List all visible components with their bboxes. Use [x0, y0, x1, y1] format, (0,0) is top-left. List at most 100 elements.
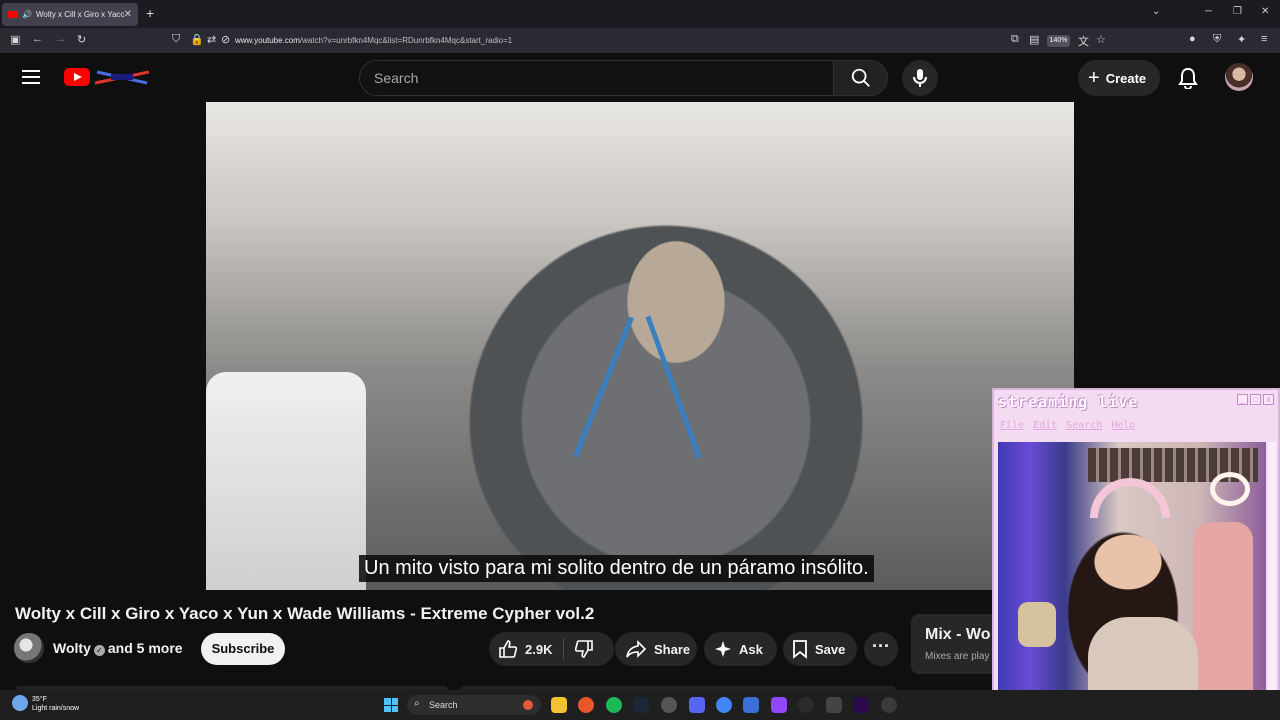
save-button[interactable]: Save [783, 632, 857, 666]
webcam-ring-light [1210, 472, 1250, 506]
chatgpt-icon[interactable] [661, 697, 677, 713]
overlay-scrollbar [1268, 442, 1276, 712]
like-divider [563, 638, 565, 660]
mix-title: Mix - Wo [925, 626, 991, 643]
search-highlight-icon [523, 700, 533, 710]
browser-tab-strip: 🔊 Wolty x Cill x Giro x Yaco x ✕ + ⌄ ─ ❐… [0, 0, 1280, 28]
channel-name[interactable]: Wolty ✓ and 5 more [53, 640, 183, 656]
bookmark-icon [793, 640, 807, 659]
extension-shield-icon[interactable]: ⛨ [1213, 33, 1221, 46]
weather-icon[interactable] [12, 695, 28, 711]
sidebar-icon[interactable]: ▣ [10, 33, 20, 46]
create-label: Create [1105, 70, 1147, 86]
taskbar-search-label: Search [429, 700, 458, 710]
back-icon[interactable]: ← [32, 33, 43, 45]
video-frame-hoodie-string [573, 316, 634, 458]
minimize-button[interactable]: ─ [1205, 6, 1212, 17]
permissions-icon[interactable]: ⇄ [207, 33, 216, 46]
app-settings-icon[interactable] [881, 697, 897, 713]
streaming-overlay-window: streaming live _ □ x File Edit Search He… [992, 388, 1280, 720]
guide-menu-icon[interactable] [22, 70, 40, 84]
browser-toolbar: ▣ ← → ↻ ⛉ 🔒 ⇄ ⊘ www.youtube.com/watch?v=… [0, 28, 1280, 53]
lock-icon[interactable]: 🔒 [190, 33, 204, 46]
channel-avatar[interactable] [14, 633, 44, 663]
app-window-icon[interactable] [743, 697, 759, 713]
ask-label: Ask [739, 641, 763, 657]
overlay-menu-file: File [1000, 420, 1025, 431]
like-count[interactable]: 2.9K [525, 642, 552, 657]
save-label: Save [815, 641, 846, 657]
shield-icon[interactable]: ⛉ [172, 33, 180, 46]
spotify-icon[interactable] [606, 697, 622, 713]
obs-icon[interactable] [798, 697, 814, 713]
app-shield-icon[interactable] [826, 697, 842, 713]
new-tab-button[interactable]: + [146, 5, 154, 21]
sparkle-icon [715, 641, 731, 657]
picture-in-picture-icon[interactable]: ⧉ [1011, 33, 1019, 46]
reload-icon[interactable]: ↻ [77, 33, 86, 46]
overlay-minimize-icon: _ [1237, 394, 1248, 405]
close-tab-icon[interactable]: ✕ [124, 9, 132, 20]
share-icon [626, 640, 647, 658]
webcam-food [1018, 602, 1056, 647]
webcam-feed [998, 442, 1266, 712]
overlay-menu-help: Help [1111, 420, 1136, 431]
mix-playlist-panel[interactable]: Mix - Wo Mixes are play [911, 614, 1001, 674]
weather-widget[interactable]: 35°F Light rain/snow [32, 695, 79, 713]
webcam-headphones [1090, 478, 1170, 518]
webcam-gaming-chair [1193, 522, 1253, 712]
account-avatar[interactable] [1225, 63, 1253, 91]
search-button[interactable] [833, 60, 888, 96]
taskbar: 35°F Light rain/snow ⌕ Search [0, 690, 1280, 720]
subscribe-button[interactable]: Subscribe [201, 633, 285, 665]
video-frame-car [206, 372, 366, 590]
file-explorer-icon[interactable] [551, 697, 567, 713]
extensions-icon[interactable]: ✦ [1237, 33, 1246, 46]
mix-subtitle: Mixes are play [925, 651, 990, 662]
voice-search-button[interactable] [902, 60, 938, 96]
create-button[interactable]: + Create [1078, 60, 1160, 96]
url-field[interactable]: www.youtube.com/watch?v=unrbfkn4Mqc&list… [235, 36, 512, 45]
premiere-icon[interactable] [853, 697, 869, 713]
tab-title: Wolty x Cill x Giro x Yaco x [35, 10, 124, 19]
url-path: /watch?v=unrbfkn4Mqc&list=RDunrbfkn4Mqc&… [299, 36, 513, 45]
firefox-icon[interactable] [578, 697, 594, 713]
bookmark-star-icon[interactable]: ☆ [1096, 33, 1106, 46]
close-window-button[interactable]: ✕ [1261, 6, 1269, 17]
notifications-bell-icon[interactable] [1178, 67, 1198, 89]
weather-condition: Light rain/snow [32, 705, 80, 712]
zoom-level-badge[interactable]: 140% [1047, 35, 1070, 47]
more-actions-button[interactable]: ··· [864, 632, 898, 666]
reader-view-icon[interactable]: ▤ [1029, 33, 1039, 46]
maximize-button[interactable]: ❐ [1233, 6, 1242, 17]
doodle-logo[interactable] [93, 69, 151, 85]
ask-button[interactable]: Ask [704, 632, 777, 666]
translate-icon[interactable]: 文 [1078, 33, 1089, 49]
tab-list-icon[interactable]: ⌄ [1152, 6, 1160, 17]
search-input[interactable]: Search [359, 60, 833, 96]
youtube-logo-icon[interactable] [64, 68, 90, 86]
verified-check-icon: ✓ [93, 645, 105, 656]
video-title: Wolty x Cill x Giro x Yaco x Yun x Wade … [15, 604, 595, 623]
steam-icon[interactable] [633, 697, 649, 713]
overlay-menu-edit: Edit [1033, 420, 1058, 431]
like-icon[interactable] [498, 639, 518, 659]
video-frame-hoodie-string [645, 315, 702, 459]
start-button-icon[interactable] [384, 698, 398, 712]
camera-off-icon[interactable]: ⊘ [221, 33, 230, 46]
overlay-window-controls: _ □ x [1237, 394, 1274, 405]
url-host: www.youtube.com [235, 36, 300, 45]
chrome-icon[interactable] [716, 697, 732, 713]
video-player[interactable] [206, 102, 1074, 590]
twitch-icon[interactable] [771, 697, 787, 713]
speaker-icon[interactable]: 🔊 [22, 10, 32, 19]
menu-icon[interactable]: ≡ [1261, 33, 1267, 45]
share-label: Share [654, 641, 691, 657]
dislike-icon[interactable] [574, 639, 594, 659]
forward-icon[interactable]: → [55, 33, 66, 45]
share-button[interactable]: Share [615, 632, 697, 666]
taskbar-search[interactable]: ⌕ Search [407, 695, 541, 715]
browser-tab-youtube[interactable]: 🔊 Wolty x Cill x Giro x Yaco x ✕ [2, 3, 138, 26]
discord-icon[interactable] [689, 697, 705, 713]
extension-account-icon[interactable]: ● [1189, 33, 1196, 45]
